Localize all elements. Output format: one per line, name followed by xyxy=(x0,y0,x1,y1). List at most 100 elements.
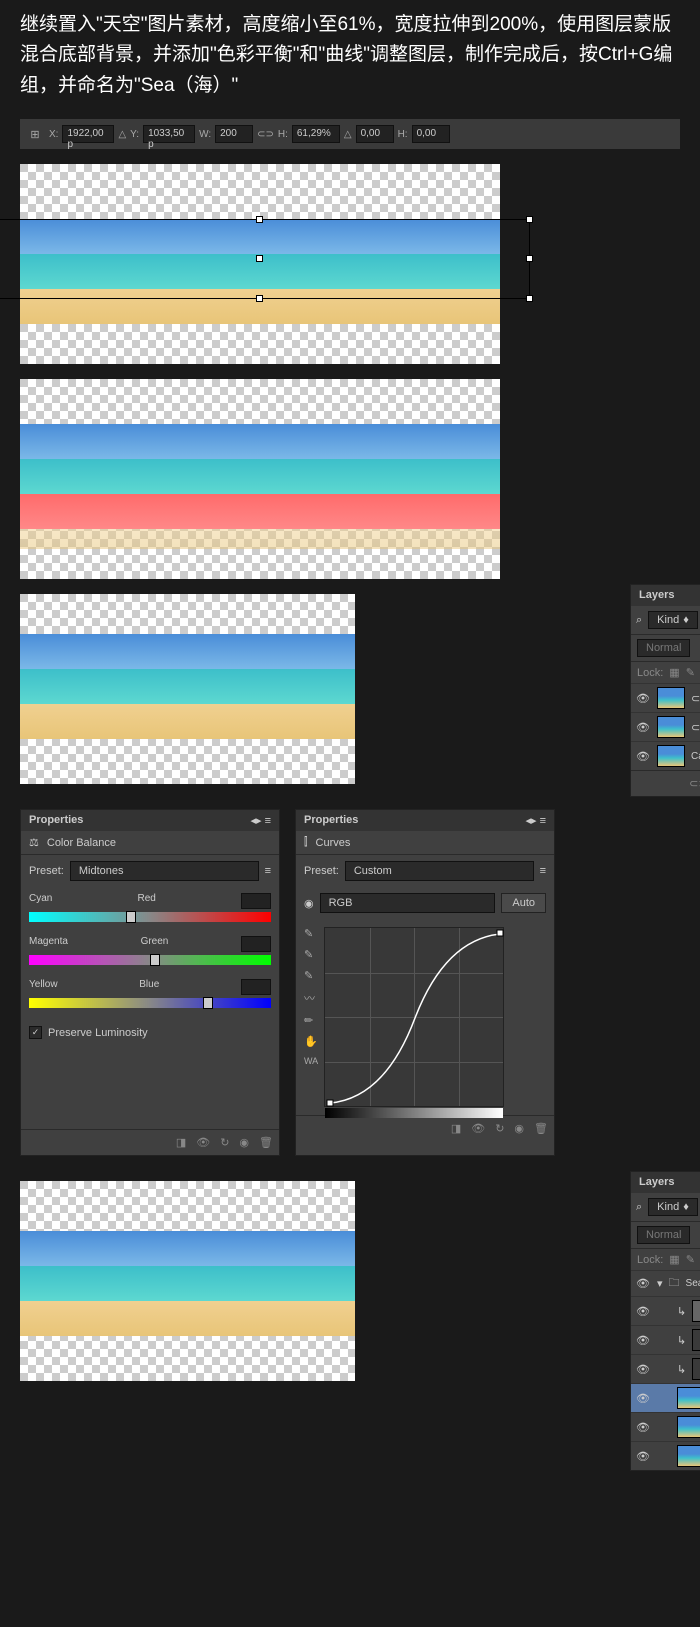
canvas-4[interactable] xyxy=(20,1181,355,1381)
channel-icon[interactable]: ◉ xyxy=(304,897,314,910)
layer-row[interactable]: 👁Calque 13 xyxy=(631,741,700,770)
preserve-checkbox[interactable]: ✓ xyxy=(29,1026,42,1039)
h-label: H: xyxy=(278,129,288,140)
wa-icon[interactable]: WA xyxy=(304,1056,318,1066)
w-label: W: xyxy=(199,129,211,140)
lock-pixel-icon[interactable]: ▦ xyxy=(669,666,679,679)
blend-mode[interactable]: Normal xyxy=(637,1226,690,1244)
curve-edit-icon[interactable]: 〰 xyxy=(304,990,318,1006)
layer-row[interactable]: 👁⊂Calque 14 xyxy=(631,683,700,712)
filter-kind[interactable]: Kind♦ xyxy=(648,1198,698,1216)
prev-icon[interactable]: ◉ xyxy=(514,1122,524,1135)
layers-panel-2: Layers▾≡ ⌕ Kind♦ ▦ ◐ T ◻ ◫ Normal Opacit… xyxy=(630,1171,700,1471)
eye-icon[interactable]: 👁 xyxy=(635,1392,651,1405)
curve-graph[interactable] xyxy=(324,927,504,1107)
h-input[interactable]: 61,29% xyxy=(292,125,340,143)
anchor-icon[interactable]: ⊞ xyxy=(25,124,45,144)
layer-row[interactable]: 👁↳⫿Curves xyxy=(631,1325,700,1354)
trash-icon[interactable]: 🗑 xyxy=(534,1122,548,1135)
filter-kind[interactable]: Kind♦ xyxy=(648,611,698,629)
y-input[interactable]: 1033,50 p xyxy=(143,125,195,143)
eye-icon[interactable]: 👁 xyxy=(471,1122,485,1135)
eye-icon[interactable]: 👁 xyxy=(635,1277,651,1290)
eye-icon[interactable]: 👁 xyxy=(635,750,651,763)
w-input[interactable]: 200 xyxy=(215,125,253,143)
reset-icon[interactable]: ↻ xyxy=(220,1136,229,1149)
channel-select[interactable]: RGB xyxy=(320,893,496,913)
lock-brush-icon[interactable]: ✎ xyxy=(686,1253,695,1266)
lock-label: Lock: xyxy=(637,1254,663,1266)
layer-row[interactable]: 👁⊂Calque 14 xyxy=(631,1383,700,1412)
hand-icon[interactable]: ✋ xyxy=(304,1035,318,1048)
eyedropper-black-icon[interactable]: ✎ xyxy=(304,927,318,940)
layer-row[interactable]: 👁⊂Calque 13 co... xyxy=(631,712,700,741)
cb-val-3[interactable] xyxy=(241,979,271,995)
preset-menu-icon[interactable]: ≡ xyxy=(265,865,271,877)
panel-close-icon[interactable]: ◂▸ ≡ xyxy=(525,814,546,827)
clip-icon[interactable]: ◨ xyxy=(451,1122,461,1135)
h2-label: H: xyxy=(398,129,408,140)
eyedropper-white-icon[interactable]: ✎ xyxy=(304,969,318,982)
layer-row[interactable]: 👁Calque 13 xyxy=(631,1441,700,1470)
lock-brush-icon[interactable]: ✎ xyxy=(686,666,695,679)
eye-icon[interactable]: 👁 xyxy=(635,1305,651,1318)
expand-icon[interactable]: ▾ xyxy=(657,1277,663,1290)
eye-icon[interactable]: 👁 xyxy=(635,1450,651,1463)
properties-tab[interactable]: Properties xyxy=(29,814,83,827)
eye-icon[interactable]: 👁 xyxy=(635,692,651,705)
cb-name: Color Balance xyxy=(47,837,116,849)
canvas-2[interactable] xyxy=(20,379,500,579)
folder-icon: 🗀 xyxy=(669,1274,680,1293)
reset-icon[interactable]: ↻ xyxy=(495,1122,504,1135)
cyan-red-slider[interactable] xyxy=(29,912,271,922)
h2-input[interactable]: 0,00 xyxy=(412,125,450,143)
transform-bounds[interactable] xyxy=(0,219,530,299)
preserve-label: Preserve Luminosity xyxy=(48,1027,148,1039)
balance-icon: ⚖ xyxy=(29,836,39,849)
auto-button[interactable]: Auto xyxy=(501,893,546,913)
link-icon: ⊂ xyxy=(691,721,700,734)
preset-select[interactable]: Midtones xyxy=(70,861,259,881)
properties-tab[interactable]: Properties xyxy=(304,814,358,827)
lock-pixel-icon[interactable]: ▦ xyxy=(669,1253,679,1266)
magenta-green-slider[interactable] xyxy=(29,955,271,965)
cb-val-2[interactable] xyxy=(241,936,271,952)
link-icon[interactable]: ⊂⊃ xyxy=(689,777,700,790)
layer-row[interactable]: 👁⊂Calque 13... xyxy=(631,1412,700,1441)
eye-icon[interactable]: 👁 xyxy=(635,1334,651,1347)
prev-icon[interactable]: ◉ xyxy=(239,1136,249,1149)
canvas-1[interactable] xyxy=(20,164,500,364)
yellow-blue-slider[interactable] xyxy=(29,998,271,1008)
transform-toolbar: ⊞ X: 1922,00 p △ Y: 1033,50 p W: 200 ⊂⊃ … xyxy=(20,119,680,149)
angle-label: △ xyxy=(344,129,352,140)
curves-name: Curves xyxy=(316,837,351,849)
search-icon[interactable]: ⌕ xyxy=(636,614,642,627)
canvas-3[interactable] xyxy=(20,594,355,784)
trash-icon[interactable]: 🗑 xyxy=(259,1136,273,1149)
layer-row[interactable]: 👁↳⚖Color Balance xyxy=(631,1354,700,1383)
panel-close-icon[interactable]: ◂▸ ≡ xyxy=(250,814,271,827)
y-label: Y: xyxy=(130,129,139,140)
link-icon[interactable]: ⊂⊃ xyxy=(257,129,274,140)
eye-icon[interactable]: 👁 xyxy=(635,1421,651,1434)
layers-tab[interactable]: Layers xyxy=(639,1176,674,1189)
x-input[interactable]: 1922,00 p xyxy=(62,125,114,143)
eye-icon[interactable]: 👁 xyxy=(635,721,651,734)
search-icon[interactable]: ⌕ xyxy=(636,1201,642,1214)
eyedropper-gray-icon[interactable]: ✎ xyxy=(304,948,318,961)
eye-icon[interactable]: 👁 xyxy=(196,1136,210,1149)
cb-val-1[interactable] xyxy=(241,893,271,909)
layer-row[interactable]: 👁↳Calque 18 xyxy=(631,1296,700,1325)
layers-tab[interactable]: Layers xyxy=(639,589,674,602)
preset-menu-icon[interactable]: ≡ xyxy=(540,865,546,877)
blend-mode[interactable]: Normal xyxy=(637,639,690,657)
eye-icon[interactable]: 👁 xyxy=(635,1363,651,1376)
layer-group[interactable]: 👁▾🗀Sea xyxy=(631,1270,700,1296)
clip-icon: ↳ xyxy=(677,1363,686,1376)
angle-input[interactable]: 0,00 xyxy=(356,125,394,143)
pencil-icon[interactable]: ✏ xyxy=(304,1014,318,1027)
curves-panel: Properties◂▸ ≡ ⫿Curves Preset: Custom ≡ … xyxy=(295,809,555,1156)
clip-icon[interactable]: ◨ xyxy=(176,1136,186,1149)
curves-icon: ⫿ xyxy=(304,836,308,849)
preset-select[interactable]: Custom xyxy=(345,861,534,881)
